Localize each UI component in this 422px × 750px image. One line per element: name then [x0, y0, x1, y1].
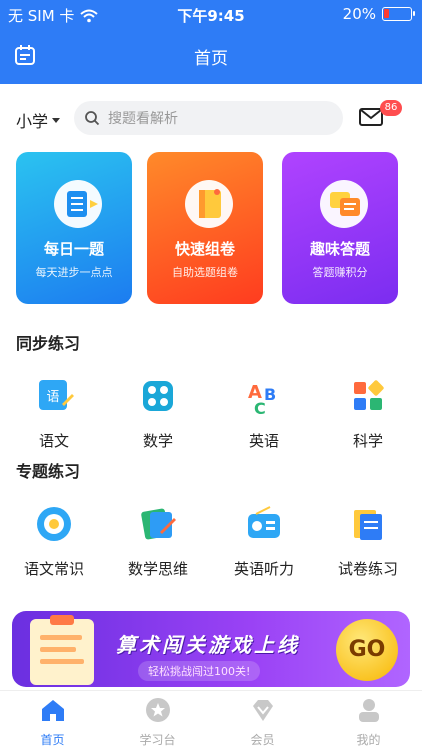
star-badge-icon: [145, 698, 170, 722]
pencil-book-icon: [141, 508, 176, 540]
caret-down-icon: [52, 117, 61, 123]
tab-member[interactable]: 会员: [210, 697, 315, 748]
subject-math[interactable]: 数学: [108, 374, 208, 451]
topic-english-listening[interactable]: 英语听力: [214, 502, 314, 579]
fun-quiz-card[interactable]: 趣味答题 答题赚积分: [282, 152, 398, 304]
card-subtitle: 答题赚积分: [312, 266, 368, 279]
diamond-icon: [252, 700, 273, 721]
clipboard-illustration: [30, 615, 94, 685]
clipboard-line: [40, 659, 84, 664]
home-icon: [41, 700, 64, 721]
card-subtitle: 每天进步一点点: [35, 266, 113, 279]
search-icon: [85, 111, 100, 126]
chinese-book-icon: 语: [39, 380, 74, 410]
unread-badge: 86: [380, 100, 402, 116]
radio-icon: [248, 506, 280, 538]
subject-label: 英语: [248, 432, 279, 450]
topic-practice-title: 专题练习: [16, 462, 81, 481]
tab-home[interactable]: 首页: [0, 697, 105, 748]
subject-label: 语文: [38, 432, 69, 450]
tab-label: 我的: [356, 733, 381, 747]
svg-text:C: C: [254, 399, 266, 418]
tab-profile[interactable]: 我的: [316, 697, 421, 748]
subject-label: 数学: [142, 432, 173, 450]
topic-chinese-knowledge[interactable]: 语文常识: [4, 502, 104, 579]
clipboard-line: [40, 635, 82, 640]
status-bar: 无 SIM 卡 下午9:45 20%: [0, 0, 422, 30]
chat-icon: [320, 180, 368, 228]
test-paper-icon: [354, 510, 382, 540]
target-icon: [37, 507, 71, 541]
battery-icon: [382, 7, 415, 21]
book-icon: [54, 180, 102, 228]
banner-title: 算术闯关游戏上线: [116, 633, 300, 657]
tab-study[interactable]: 学习台: [105, 697, 210, 748]
topic-exam-practice[interactable]: 试卷练习: [318, 502, 418, 579]
topic-label: 数学思维: [127, 560, 188, 578]
card-title: 快速组卷: [174, 240, 235, 258]
topic-practice-grid: 语文常识 数学思维 英语听力 试卷练习: [0, 502, 422, 592]
subject-science[interactable]: 科学: [318, 374, 418, 451]
topic-label: 试卷练习: [337, 560, 398, 578]
grade-label: 小学: [16, 112, 49, 131]
app-screen: 无 SIM 卡 下午9:45 20% 首页 小学 搜题看解析 86 每日一题 每…: [0, 0, 422, 750]
page-title: 首页: [194, 49, 228, 69]
card-title: 每日一题: [43, 240, 104, 258]
clipboard-line: [40, 647, 76, 652]
card-subtitle: 自助选题组卷: [172, 266, 238, 279]
subject-label: 科学: [352, 432, 383, 450]
search-input[interactable]: 搜题看解析: [74, 101, 343, 135]
battery-level: [384, 9, 389, 18]
user-icon: [358, 699, 379, 722]
header: 无 SIM 卡 下午9:45 20% 首页: [0, 0, 422, 84]
battery-text: 20%: [342, 5, 376, 23]
sync-practice-grid: 语 语文 数学 A B C 英语 科学: [0, 374, 422, 464]
topic-label: 英语听力: [233, 560, 294, 578]
quick-paper-card[interactable]: 快速组卷 自助选题组卷: [147, 152, 263, 304]
search-placeholder: 搜题看解析: [108, 111, 178, 127]
bottom-tab-bar: 首页 学习台 会员 我的: [0, 690, 422, 750]
feature-cards: 每日一题 每天进步一点点 快速组卷 自助选题组卷 趣味答题 答题赚积分: [16, 152, 406, 304]
status-right: 20%: [342, 5, 415, 23]
tab-label: 会员: [250, 733, 275, 747]
topic-math-thinking[interactable]: 数学思维: [108, 502, 208, 579]
svg-text:B: B: [264, 385, 276, 404]
notebook-icon: [185, 180, 233, 228]
clipboard-clip: [50, 615, 74, 625]
subject-english[interactable]: A B C 英语: [214, 374, 314, 451]
svg-text:语: 语: [46, 390, 59, 405]
banner-subtitle: 轻松挑战闯过100关!: [138, 661, 261, 681]
blocks-icon: [354, 380, 384, 410]
daily-question-card[interactable]: 每日一题 每天进步一点点: [16, 152, 132, 304]
go-button[interactable]: GO: [336, 619, 398, 681]
card-title: 趣味答题: [309, 240, 370, 258]
nav-bar: 首页: [0, 36, 422, 76]
subject-chinese[interactable]: 语 语文: [4, 374, 104, 451]
tab-label: 学习台: [139, 733, 176, 747]
tab-label: 首页: [40, 733, 65, 747]
calculator-icon: [143, 381, 173, 411]
search-row: 小学 搜题看解析 86: [0, 98, 422, 140]
game-promo-banner[interactable]: 算术闯关游戏上线 轻松挑战闯过100关! GO: [12, 611, 410, 687]
abc-icon: A B C: [248, 382, 276, 418]
topic-label: 语文常识: [23, 560, 84, 578]
grade-selector[interactable]: 小学: [16, 108, 61, 132]
sync-practice-title: 同步练习: [16, 334, 81, 353]
